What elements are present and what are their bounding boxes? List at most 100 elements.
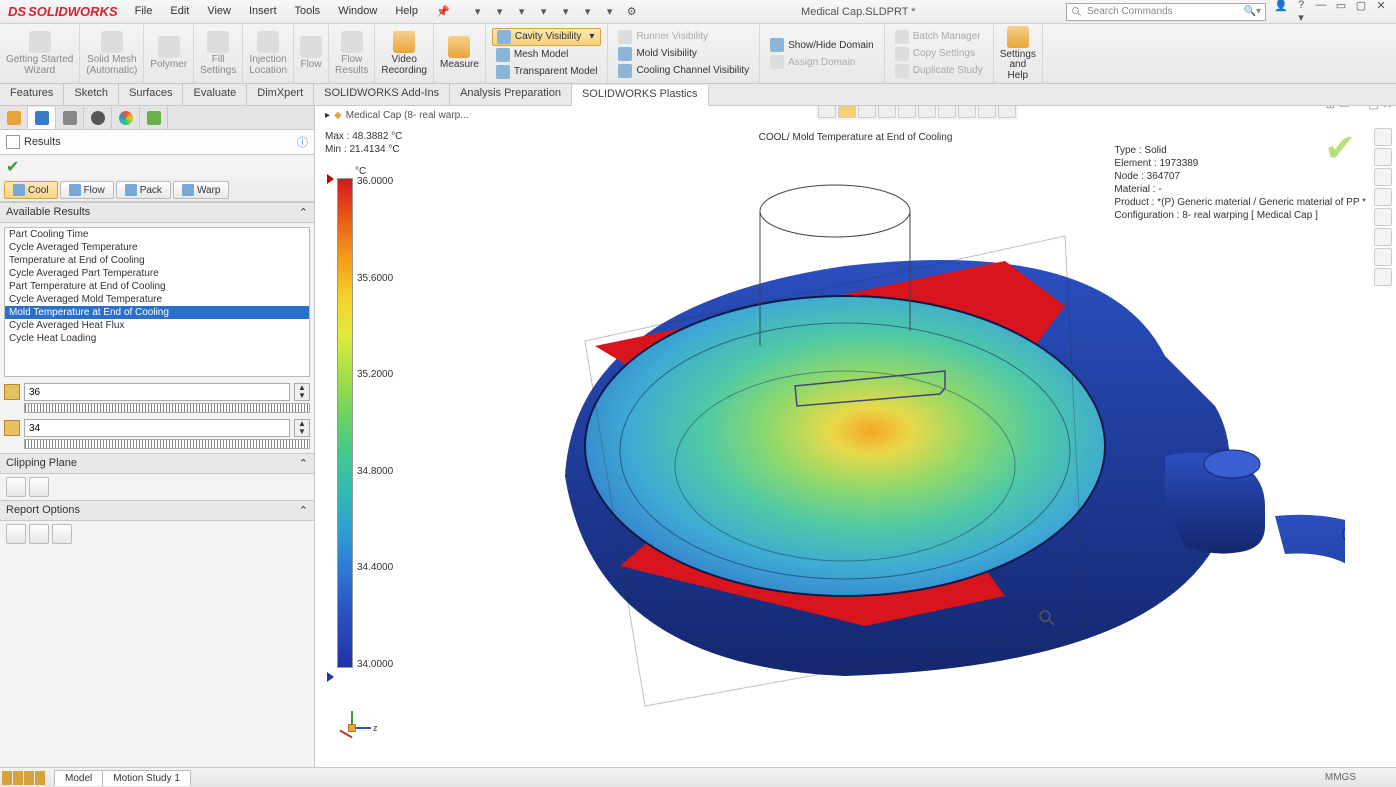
min-input[interactable]: [24, 419, 290, 437]
info-icon[interactable]: ⓘ: [297, 134, 308, 150]
ribbon-measure[interactable]: Measure: [434, 24, 486, 83]
report-option-1[interactable]: [6, 524, 26, 544]
menu-tools[interactable]: Tools: [286, 1, 330, 22]
result-item[interactable]: Part Temperature at End of Cooling: [5, 280, 309, 293]
ribbon-fill-settings[interactable]: FillSettings: [194, 24, 243, 83]
view-settings-icon[interactable]: [998, 106, 1016, 118]
batch-manager-button[interactable]: Batch Manager: [891, 29, 987, 45]
tab-addins[interactable]: SOLIDWORKS Add-Ins: [314, 84, 450, 105]
taskpane-resources-icon[interactable]: [1374, 148, 1392, 166]
options-icon[interactable]: ⚙: [623, 3, 641, 21]
runner-visibility-button[interactable]: Runner Visibility: [614, 29, 753, 45]
redo-icon[interactable]: ▾: [579, 3, 597, 21]
ribbon-flow[interactable]: Flow: [294, 24, 329, 83]
min-stepper[interactable]: ▲▼: [294, 419, 310, 437]
zoom-fit-icon[interactable]: [818, 106, 836, 118]
tab-motion-study[interactable]: Motion Study 1: [102, 770, 191, 786]
available-results-list[interactable]: Part Cooling TimeCycle Averaged Temperat…: [4, 227, 310, 377]
ribbon-wizard[interactable]: Getting StartedWizard: [0, 24, 80, 83]
vp-restore-icon[interactable]: ▭: [1339, 106, 1349, 111]
appearance-icon[interactable]: [958, 106, 976, 118]
feature-tree-flyout[interactable]: ▸ ◆ Medical Cap (8- real warp...: [325, 110, 469, 121]
section-view-icon[interactable]: [878, 106, 896, 118]
help-icon[interactable]: ? ▾: [1294, 0, 1308, 24]
menu-insert[interactable]: Insert: [240, 1, 286, 22]
panel-tab-1[interactable]: [0, 107, 28, 129]
prev-view-icon[interactable]: [858, 106, 876, 118]
mold-visibility-button[interactable]: Mold Visibility: [614, 46, 753, 62]
cooling-channel-visibility-button[interactable]: Cooling Channel Visibility: [614, 63, 753, 79]
print-icon[interactable]: ▾: [535, 3, 553, 21]
undo-icon[interactable]: ▾: [557, 3, 575, 21]
rebuild-icon[interactable]: ▾: [601, 3, 619, 21]
show-hide-domain-button[interactable]: Show/Hide Domain: [766, 37, 878, 53]
tab-surfaces[interactable]: Surfaces: [119, 84, 183, 105]
result-item[interactable]: Cycle Heat Loading: [5, 332, 309, 345]
min-slider[interactable]: [24, 439, 310, 449]
search-dropdown-icon[interactable]: 🔍▾: [1244, 6, 1261, 17]
copy-settings-button[interactable]: Copy Settings: [891, 46, 987, 62]
vp-max-icon[interactable]: ▢: [1368, 106, 1378, 111]
subtab-cool[interactable]: Cool: [4, 181, 58, 199]
display-style-icon[interactable]: [918, 106, 936, 118]
subtab-warp[interactable]: Warp: [173, 181, 230, 199]
menu-window[interactable]: Window: [329, 1, 386, 22]
max-input[interactable]: [24, 383, 290, 401]
result-item[interactable]: Cycle Averaged Mold Temperature: [5, 293, 309, 306]
result-item[interactable]: Part Cooling Time: [5, 228, 309, 241]
ribbon-polymer[interactable]: Polymer: [144, 24, 194, 83]
result-item[interactable]: Temperature at End of Cooling: [5, 254, 309, 267]
transparent-model-button[interactable]: Transparent Model: [492, 64, 602, 80]
duplicate-study-button[interactable]: Duplicate Study: [891, 63, 987, 79]
report-option-2[interactable]: [29, 524, 49, 544]
collapse-icon[interactable]: ⌃: [299, 457, 308, 470]
tab-sketch[interactable]: Sketch: [64, 84, 119, 105]
save-icon[interactable]: ▾: [513, 3, 531, 21]
collapse-icon[interactable]: ⌃: [299, 504, 308, 517]
panel-tab-3[interactable]: [56, 107, 84, 129]
taskpane-custom-props-icon[interactable]: [1374, 248, 1392, 266]
max-slider[interactable]: [24, 403, 310, 413]
taskpane-appearances-icon[interactable]: [1374, 228, 1392, 246]
panel-tab-4[interactable]: [84, 107, 112, 129]
close-icon[interactable]: ✕: [1374, 0, 1388, 24]
ribbon-solid-mesh[interactable]: Solid Mesh(Automatic): [80, 24, 144, 83]
units-readout[interactable]: MMGS: [1325, 772, 1356, 783]
clip-option-2[interactable]: [29, 477, 49, 497]
max-stepper[interactable]: ▲▼: [294, 383, 310, 401]
taskpane-file-explorer-icon[interactable]: [1374, 188, 1392, 206]
vp-min-icon[interactable]: —: [1353, 106, 1364, 111]
tab-model[interactable]: Model: [54, 770, 103, 786]
mesh-model-button[interactable]: Mesh Model: [492, 47, 602, 63]
view-orient-icon[interactable]: [898, 106, 916, 118]
subtab-pack[interactable]: Pack: [116, 181, 171, 199]
menu-view[interactable]: View: [198, 1, 240, 22]
ribbon-settings-help[interactable]: SettingsandHelp: [994, 24, 1043, 83]
menu-pin-icon[interactable]: 📌: [427, 1, 459, 22]
panel-tab-5[interactable]: [112, 107, 140, 129]
result-item[interactable]: Cycle Averaged Heat Flux: [5, 319, 309, 332]
scene-icon[interactable]: [978, 106, 996, 118]
menu-edit[interactable]: Edit: [161, 1, 198, 22]
open-icon[interactable]: ▾: [491, 3, 509, 21]
tab-dimxpert[interactable]: DimXpert: [247, 84, 314, 105]
bottom-left-tabs[interactable]: [2, 771, 45, 785]
new-icon[interactable]: ▾: [469, 3, 487, 21]
assign-domain-button[interactable]: Assign Domain: [766, 54, 878, 70]
menu-help[interactable]: Help: [386, 1, 427, 22]
tree-expand-icon[interactable]: ▸: [325, 110, 330, 121]
legend-min-arrow-icon[interactable]: [327, 672, 334, 682]
result-item[interactable]: Cycle Averaged Part Temperature: [5, 267, 309, 280]
vp-close-icon[interactable]: ✕: [1383, 106, 1392, 111]
report-options-header[interactable]: Report Options⌃: [0, 500, 314, 521]
taskpane-view-palette-icon[interactable]: [1374, 208, 1392, 226]
panel-tab-2[interactable]: [28, 107, 56, 129]
clip-option-1[interactable]: [6, 477, 26, 497]
ribbon-flow-results[interactable]: FlowResults: [329, 24, 375, 83]
subtab-flow[interactable]: Flow: [60, 181, 114, 199]
panel-tab-6[interactable]: [140, 107, 168, 129]
clipping-plane-header[interactable]: Clipping Plane⌃: [0, 453, 314, 474]
taskpane-home-icon[interactable]: [1374, 128, 1392, 146]
tab-features[interactable]: Features: [0, 84, 64, 105]
zoom-area-icon[interactable]: [838, 106, 856, 118]
